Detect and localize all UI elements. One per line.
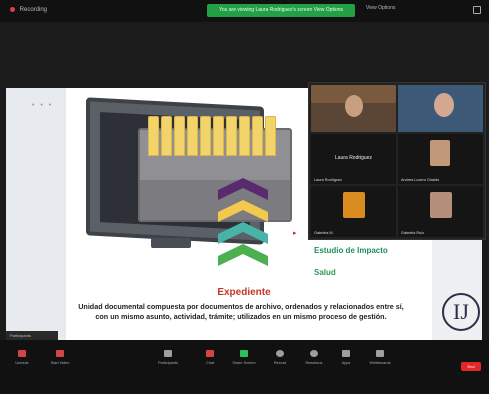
toolbar-label: Whiteboards (369, 361, 391, 365)
recording-indicator[interactable]: Recording (10, 7, 47, 13)
shared-screen: • • • ▸ Estudio de Impacto Salud Expedie… (0, 22, 489, 350)
participant-photo (430, 192, 452, 218)
monitor-stand (151, 238, 191, 248)
chevron-yellow (218, 200, 268, 222)
pointer-icon: ▸ (293, 230, 297, 237)
toolbar-label: Chat (205, 361, 215, 365)
toolbar-label: Record (273, 361, 287, 365)
logo: IJ (442, 293, 480, 331)
toolbar-label: Share Screen (232, 361, 256, 365)
record-button[interactable]: Record (262, 350, 298, 365)
slide-title: Expediente (217, 287, 271, 298)
slide-body-text: Unidad documental compuesta por document… (78, 302, 404, 321)
top-bar: Recording You are viewing Laura Rodrigue… (0, 0, 489, 22)
page-indicator: • • • (32, 102, 54, 109)
video-tile[interactable]: Gabriela M. (311, 186, 396, 237)
screen-share-banner[interactable]: You are viewing Laura Rodriguez's screen… (207, 4, 355, 17)
microphone-icon (18, 350, 26, 357)
recording-dot-icon (10, 7, 15, 12)
reactions-button[interactable]: Reactions (296, 350, 332, 365)
apps-icon (342, 350, 350, 357)
participant-photo (343, 192, 365, 218)
participant-photo (430, 140, 450, 166)
folders-illustration (148, 116, 276, 156)
video-tile[interactable]: Laura Rodriguez Laura Rodriguez (311, 134, 396, 184)
participants-button[interactable]: Participants (150, 350, 186, 365)
chevron-green (218, 244, 268, 266)
toolbar-label: Apps (341, 361, 351, 365)
fullscreen-icon[interactable] (473, 6, 481, 14)
toolbar-label: Unmute (15, 361, 29, 365)
participant-strip-name: Participants (10, 333, 31, 338)
participant-face (345, 95, 363, 117)
participant-name: Andrea Lucero Giraldo (401, 178, 440, 182)
label-salud: Salud (314, 268, 336, 277)
apps-button[interactable]: Apps (328, 350, 364, 365)
video-tile[interactable] (398, 85, 483, 132)
end-meeting-button[interactable]: End (461, 362, 481, 371)
participants-icon (164, 350, 172, 357)
record-icon (276, 350, 284, 357)
share-screen-button[interactable]: Share Screen (226, 350, 262, 365)
video-tile[interactable]: Gabriela Ruiz (398, 186, 483, 237)
participant-name: Gabriela Ruiz (401, 231, 425, 235)
unmute-button[interactable]: Unmute (4, 350, 40, 365)
chevron-stack (218, 178, 268, 266)
meeting-toolbar: Unmute Start Video Participants Chat Sha… (0, 340, 489, 394)
share-screen-icon (240, 350, 248, 357)
video-camera-icon (56, 350, 64, 357)
toolbar-label: Participants (158, 361, 178, 365)
video-tile[interactable]: Andrea Lucero Giraldo (398, 134, 483, 184)
participant-center-name: Laura Rodriguez (335, 155, 372, 161)
whiteboards-button[interactable]: Whiteboards (362, 350, 398, 365)
chevron-teal (218, 222, 268, 244)
label-impacto: Estudio de Impacto (314, 246, 388, 255)
chat-button[interactable]: Chat (192, 350, 228, 365)
start-video-button[interactable]: Start Video (42, 350, 78, 365)
participant-face (434, 93, 454, 117)
participant-name: Laura Rodriguez (314, 178, 343, 182)
whiteboard-icon (376, 350, 384, 357)
participant-name: Gabriela M. (314, 231, 334, 235)
reactions-icon (310, 350, 318, 357)
recording-label: Recording (19, 7, 48, 14)
video-tile[interactable] (311, 85, 396, 132)
participant-gallery[interactable]: Laura Rodriguez Laura Rodriguez Andrea L… (308, 82, 486, 240)
chat-icon (206, 350, 214, 357)
slide-left-band (6, 88, 66, 350)
toolbar-label: Reactions (305, 361, 323, 365)
view-options-button[interactable]: View Options (366, 5, 395, 11)
toolbar-label: Start Video (50, 361, 70, 365)
chevron-purple (218, 178, 268, 200)
